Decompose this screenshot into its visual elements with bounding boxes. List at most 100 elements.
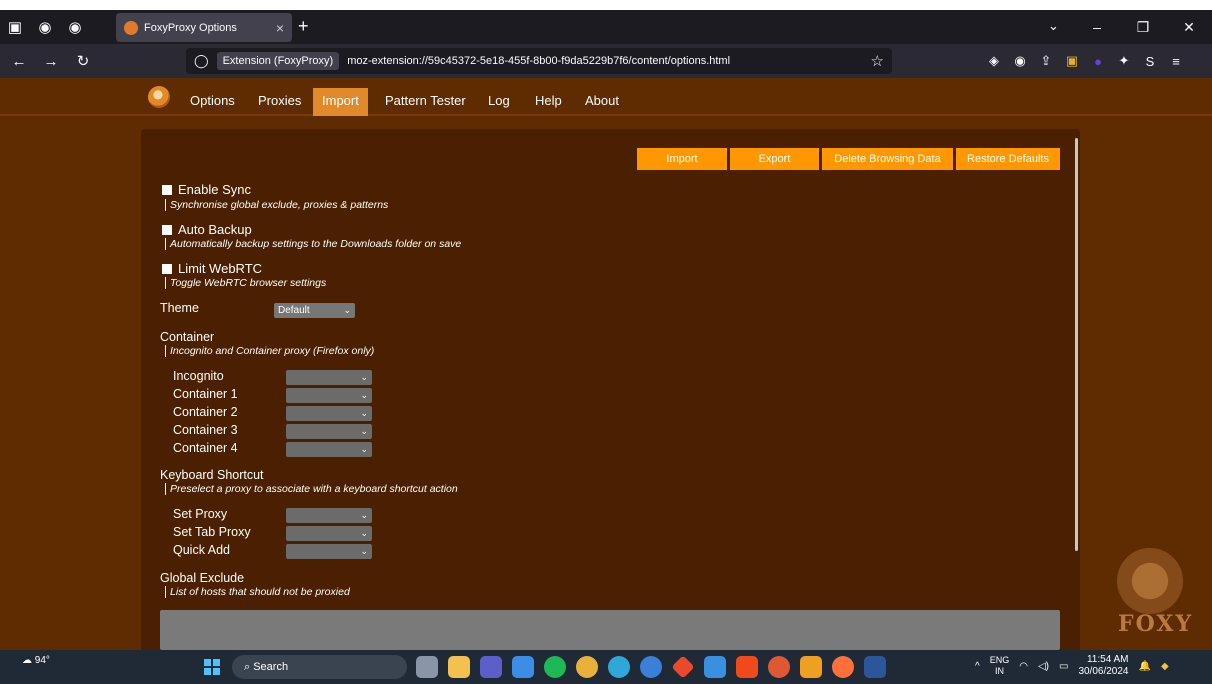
options-page: Options Proxies Import Pattern Tester Lo… (0, 78, 1212, 659)
restore-icon[interactable]: ❐ (1120, 19, 1166, 36)
import-button[interactable]: Import (637, 148, 727, 170)
duckduckgo-icon[interactable] (768, 656, 790, 678)
tab-help[interactable]: Help (526, 88, 571, 116)
chevron-down-icon: ⌄ (360, 426, 368, 436)
auto-backup-label: Auto Backup (178, 222, 252, 237)
set-proxy-select[interactable]: ⌄ (286, 508, 372, 523)
brave-icon[interactable] (736, 656, 758, 678)
git-icon[interactable] (671, 655, 695, 679)
theme-label: Theme (160, 301, 199, 315)
file-explorer-icon[interactable] (448, 656, 470, 678)
github-icon[interactable]: ◉ (30, 12, 60, 42)
battery-icon[interactable]: ▭ (1059, 661, 1068, 672)
github-icon-2[interactable]: ◉ (60, 12, 90, 42)
checkbox-icon[interactable] (162, 224, 172, 235)
burp-extension-icon[interactable]: ▣ (1063, 53, 1081, 69)
taskbar-search[interactable]: ⌕ Search (232, 655, 407, 679)
search-icon: ⌕ (244, 661, 254, 673)
auto-backup-checkbox[interactable]: Auto Backup (162, 222, 252, 237)
language-indicator[interactable]: ENG IN (990, 655, 1010, 677)
copilot-icon[interactable]: ◆ (1161, 661, 1169, 672)
container-label: Container (160, 330, 215, 344)
tab-pattern-tester[interactable]: Pattern Tester (376, 88, 475, 116)
clock[interactable]: 11:54 AM 30/06/2024 (1078, 654, 1128, 678)
chevron-down-icon: ⌄ (360, 408, 368, 418)
container-4-select[interactable]: ⌄ (286, 442, 372, 457)
weather-widget[interactable]: ☁ 94° (22, 655, 50, 666)
share-icon[interactable]: ⇪ (1037, 53, 1055, 69)
app-icon[interactable] (800, 656, 822, 678)
global-exclude-textarea[interactable] (160, 610, 1060, 650)
close-window-icon[interactable]: ✕ (1166, 19, 1212, 36)
account-icon[interactable]: ◉ (1011, 53, 1029, 69)
extension-icon[interactable]: ● (1089, 54, 1107, 69)
chrome-icon[interactable] (576, 656, 598, 678)
task-view-icon[interactable] (416, 656, 438, 678)
firefox-icon[interactable] (832, 656, 854, 678)
chevron-down-icon: ⌄ (360, 390, 368, 400)
tab-options[interactable]: Options (181, 88, 244, 116)
notification-bell-icon[interactable]: 🔔 (1139, 661, 1151, 672)
calendar-icon[interactable] (704, 656, 726, 678)
container-3-select[interactable]: ⌄ (286, 424, 372, 439)
tab-foxyproxy-options[interactable]: FoxyProxy Options × (116, 13, 292, 42)
global-exclude-label: Global Exclude (160, 571, 245, 585)
tab-log[interactable]: Log (479, 88, 519, 116)
lang-top: ENG (989, 655, 1010, 665)
checkbox-icon[interactable] (162, 263, 172, 274)
teams-icon[interactable] (480, 656, 502, 678)
export-button[interactable]: Export (730, 148, 819, 170)
weather-temp: 94° (34, 655, 50, 666)
tab-proxies[interactable]: Proxies (249, 88, 310, 116)
container-1-select[interactable]: ⌄ (286, 388, 372, 403)
store-icon[interactable] (512, 656, 534, 678)
reload-icon[interactable]: ↻ (70, 52, 96, 70)
chrome-canary-icon[interactable] (640, 656, 662, 678)
url-bar[interactable]: ◯ Extension (FoxyProxy) moz-extension://… (186, 48, 892, 74)
word-icon[interactable] (864, 656, 886, 678)
quick-add-select[interactable]: ⌄ (286, 544, 372, 559)
chevron-down-icon: ⌄ (360, 372, 368, 382)
set-tab-proxy-select[interactable]: ⌄ (286, 526, 372, 541)
start-button[interactable] (204, 659, 220, 675)
lang-bottom: IN (994, 666, 1004, 676)
extension-icon-3[interactable]: S (1141, 54, 1159, 69)
tab-close-icon[interactable]: × (276, 20, 284, 36)
theme-select[interactable]: Default ⌄ (274, 303, 355, 318)
foxyproxy-favicon-icon (124, 20, 138, 35)
delete-browsing-data-button[interactable]: Delete Browsing Data (822, 148, 953, 170)
limit-webrtc-checkbox[interactable]: Limit WebRTC (162, 261, 262, 276)
volume-icon[interactable]: ◁) (1038, 661, 1049, 672)
wifi-icon[interactable]: ◠ (1019, 661, 1028, 672)
shield-icon[interactable]: ◯ (194, 53, 209, 69)
container-2-select[interactable]: ⌄ (286, 406, 372, 421)
pocket-icon[interactable]: ◈ (985, 53, 1003, 69)
extension-identity-chip[interactable]: Extension (FoxyProxy) (216, 52, 340, 70)
container-1-label: Container 1 (173, 387, 238, 401)
menu-icon[interactable]: ≡ (1167, 54, 1185, 69)
bookmark-star-icon[interactable]: ☆ (871, 52, 884, 70)
checkbox-icon[interactable] (162, 184, 172, 195)
enable-sync-checkbox[interactable]: Enable Sync (162, 182, 251, 197)
incognito-select[interactable]: ⌄ (286, 370, 372, 385)
screen-top-bar (0, 0, 1212, 10)
tab-about[interactable]: About (576, 88, 628, 116)
tab-list-icon[interactable]: ▣ (0, 12, 30, 42)
url-text[interactable]: moz-extension://59c45372-5e18-455f-8b00-… (347, 55, 730, 67)
spotify-icon[interactable] (544, 656, 566, 678)
set-tab-proxy-label: Set Tab Proxy (173, 525, 251, 539)
minimize-icon[interactable]: – (1074, 19, 1120, 35)
new-tab-button[interactable]: + (298, 16, 309, 37)
forward-icon[interactable]: → (38, 53, 64, 70)
enable-sync-label: Enable Sync (178, 182, 251, 197)
list-all-tabs-icon[interactable]: ⌄ (1048, 18, 1059, 34)
restore-defaults-button[interactable]: Restore Defaults (956, 148, 1060, 170)
extension-icon-2[interactable]: ✦ (1115, 53, 1133, 69)
limit-webrtc-description: Toggle WebRTC browser settings (165, 277, 326, 289)
scrollbar[interactable] (1075, 138, 1078, 551)
back-icon[interactable]: ← (6, 53, 32, 70)
container-3-label: Container 3 (173, 423, 238, 437)
edge-icon[interactable] (608, 656, 630, 678)
tab-import[interactable]: Import (313, 88, 368, 116)
show-hidden-icons-icon[interactable]: ^ (975, 661, 980, 672)
